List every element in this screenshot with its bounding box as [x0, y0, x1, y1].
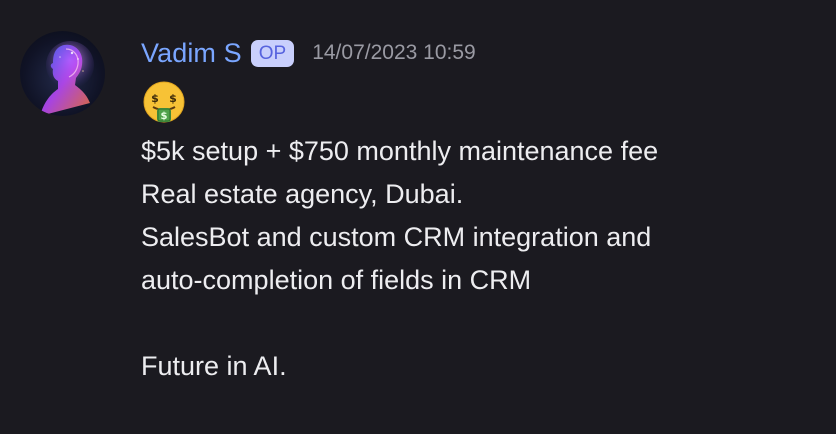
message-line: $5k setup + $750 monthly maintenance fee — [141, 136, 659, 166]
message-line: auto-completion of fields in CRM — [141, 265, 532, 295]
avatar[interactable] — [20, 31, 105, 116]
svg-text:$: $ — [161, 111, 168, 122]
message-header: Vadim S OP 14/07/2023 10:59 — [141, 30, 476, 76]
author-name[interactable]: Vadim S — [141, 38, 242, 69]
svg-text:$: $ — [169, 92, 177, 105]
chat-message: Vadim S OP 14/07/2023 10:59 $ $ $ $5k se… — [0, 0, 836, 434]
money-mouth-face-icon: $ $ $ — [141, 80, 187, 126]
message-line: Future in AI. — [141, 351, 287, 381]
message-line: Real estate agency, Dubai. — [141, 179, 464, 209]
message-content: $5k setup + $750 monthly maintenance fee… — [141, 130, 831, 388]
avatar-image — [40, 41, 94, 116]
op-badge: OP — [250, 39, 295, 67]
svg-text:$: $ — [151, 92, 159, 105]
message-timestamp[interactable]: 14/07/2023 10:59 — [312, 41, 476, 65]
message-line: SalesBot and custom CRM integration and — [141, 222, 652, 252]
message-line — [141, 302, 831, 345]
